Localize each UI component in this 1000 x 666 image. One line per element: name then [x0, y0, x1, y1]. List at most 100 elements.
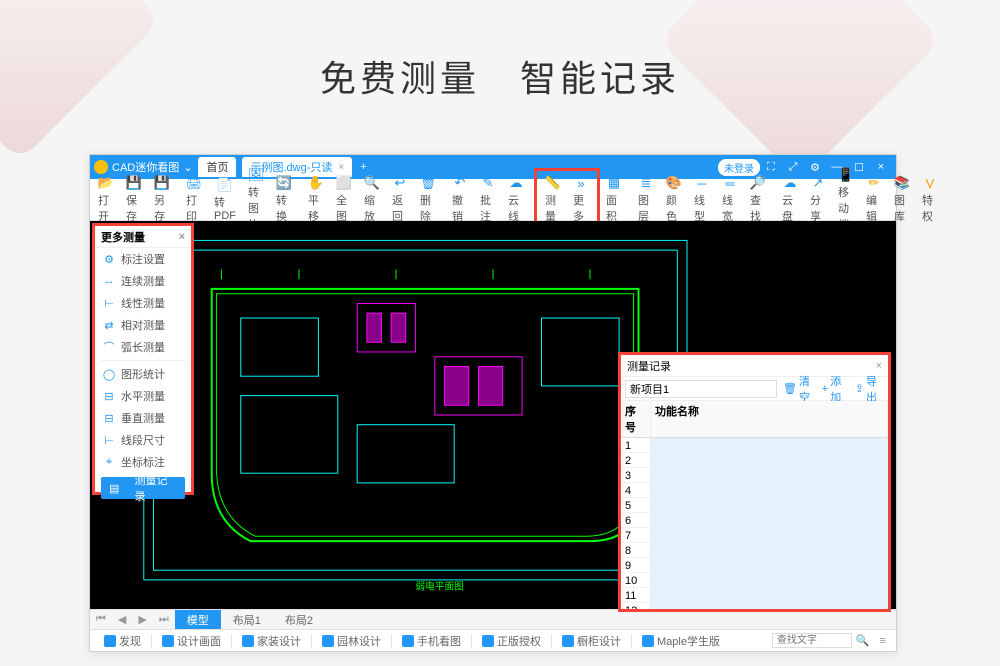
measure-item-5[interactable]: ◯图形统计 [95, 363, 191, 385]
back-button[interactable]: ↩返回 [386, 173, 414, 226]
print-button[interactable]: 🖨打印 [180, 173, 208, 226]
tab-prev-icon[interactable]: ◀ [112, 613, 132, 626]
close-icon[interactable]: × [870, 161, 892, 173]
status-license[interactable]: 正版授权 [472, 633, 551, 649]
tab-first-icon[interactable]: ⏮ [90, 613, 112, 626]
project-name-input[interactable] [625, 380, 777, 398]
delete-button[interactable]: 🗑删除 [414, 173, 442, 226]
row-index: 9 [621, 558, 651, 572]
full-button[interactable]: ⬜全图 [330, 173, 358, 226]
measure-item-6[interactable]: ⊟水平测量 [95, 385, 191, 407]
measure-button[interactable]: 📏测量 [539, 173, 567, 226]
row-index: 8 [621, 543, 651, 557]
save-button[interactable]: 💾保存 [120, 173, 148, 226]
undo-button[interactable]: ↶撤销 [446, 173, 474, 226]
fullscreen-icon[interactable]: ⛶ [760, 161, 782, 174]
zoom-icon: 🔍 [364, 175, 380, 191]
mobile-view-icon [402, 635, 414, 647]
measure-item-4[interactable]: ⌒弧长测量 [95, 336, 191, 358]
table-row[interactable]: 8 [621, 543, 888, 558]
table-row[interactable]: 10 [621, 573, 888, 588]
table-row[interactable]: 5 [621, 498, 888, 513]
color-button[interactable]: 🎨颜色 [660, 173, 688, 226]
table-row[interactable]: 11 [621, 588, 888, 603]
zoom-button[interactable]: 🔍缩放 [358, 173, 386, 226]
topdf-button[interactable]: 📄转PDF [208, 175, 242, 224]
print-icon: 🖨 [186, 175, 202, 191]
status-garden[interactable]: 园林设计 [312, 633, 391, 649]
tab-layout1[interactable]: 布局1 [221, 610, 273, 630]
measure-item-7[interactable]: ⊟垂直测量 [95, 407, 191, 429]
convert-button[interactable]: 🔄转换 [270, 173, 298, 226]
measure-item-8[interactable]: ⊢线段尺寸 [95, 429, 191, 451]
expand-icon[interactable]: ⤢ [782, 161, 804, 174]
open-button[interactable]: 📂打开 [92, 173, 120, 226]
segment-icon: ⊢ [103, 434, 115, 446]
status-cabinet[interactable]: 橱柜设计 [552, 633, 631, 649]
panel-close-icon[interactable]: × [179, 231, 185, 243]
share-button[interactable]: ↗分享 [804, 173, 832, 226]
measure-item-3[interactable]: ⇄相对测量 [95, 314, 191, 336]
row-index: 7 [621, 528, 651, 542]
vip-icon: V [922, 175, 938, 191]
statusbar: 发现 设计画面 家装设计 园林设计 手机看图 正版授权 橱柜设计 Maple学生… [90, 629, 896, 651]
status-maple[interactable]: Maple学生版 [632, 633, 730, 649]
lineweight-button[interactable]: ═线宽 [716, 173, 744, 226]
tab-last-icon[interactable]: ⏭ [153, 613, 175, 626]
search-input[interactable] [772, 633, 852, 648]
table-row[interactable]: 9 [621, 558, 888, 573]
area-button[interactable]: ▦面积 [600, 173, 628, 226]
cloudline-button[interactable]: ☁云线 [502, 173, 530, 226]
row-index: 1 [621, 438, 651, 452]
row-name [651, 573, 888, 587]
pan-button[interactable]: ✋平移 [302, 173, 330, 226]
table-row[interactable]: 4 [621, 483, 888, 498]
measure-item-2[interactable]: ⊢线性测量 [95, 292, 191, 314]
app-logo-icon [94, 160, 108, 174]
tab-model[interactable]: 模型 [175, 610, 221, 630]
title-dropdown-icon[interactable]: ⌄ [183, 161, 192, 174]
tab-close-icon[interactable]: × [338, 162, 344, 173]
status-home-design[interactable]: 家装设计 [232, 633, 311, 649]
search-go-icon[interactable]: 🔍 [852, 634, 874, 647]
tab-add-button[interactable]: + [360, 161, 366, 173]
annotate-icon: ✎ [480, 175, 496, 191]
row-name [651, 588, 888, 602]
share-icon: ↗ [810, 175, 826, 191]
status-mobile-view[interactable]: 手机看图 [392, 633, 471, 649]
status-menu-icon[interactable]: ≡ [874, 635, 892, 647]
layer-button[interactable]: ≣图层 [632, 173, 660, 226]
edit-button[interactable]: ✏编辑 [860, 173, 888, 226]
library-icon: 📚 [894, 175, 910, 191]
more-button[interactable]: »更多 [567, 173, 595, 226]
table-row[interactable]: 6 [621, 513, 888, 528]
table-row[interactable]: 1 [621, 438, 888, 453]
table-row[interactable]: 12 [621, 603, 888, 609]
undo-icon: ↶ [452, 175, 468, 191]
privilege-button[interactable]: V特权 [916, 173, 944, 226]
table-row[interactable]: 2 [621, 453, 888, 468]
save-icon: 💾 [126, 175, 142, 191]
row-name [651, 453, 888, 467]
bottom-tabs: ⏮ ◀ ▶ ⏭ 模型 布局1 布局2 [90, 609, 896, 629]
saveas-button[interactable]: 💾另存 [148, 173, 176, 226]
cloud-button[interactable]: ☁云盘 [776, 173, 804, 226]
linetype-button[interactable]: ─线型 [688, 173, 716, 226]
status-design[interactable]: 设计画面 [152, 633, 231, 649]
status-discover[interactable]: 发现 [94, 633, 151, 649]
plus-icon: + [822, 383, 828, 395]
svg-text:弱电平面图: 弱电平面图 [415, 580, 463, 593]
color-icon: 🎨 [666, 175, 682, 191]
library-button[interactable]: 📚图库 [888, 173, 916, 226]
table-row[interactable]: 3 [621, 468, 888, 483]
table-row[interactable]: 7 [621, 528, 888, 543]
settings-icon[interactable]: ⚙ [804, 161, 826, 174]
measure-item-0[interactable]: ⚙标注设置 [95, 248, 191, 270]
measure-record-button[interactable]: ▤ 测量记录 [101, 477, 185, 499]
measure-item-9[interactable]: ⌖坐标标注 [95, 451, 191, 473]
measure-item-1[interactable]: ↔连续测量 [95, 270, 191, 292]
tab-layout2[interactable]: 布局2 [273, 610, 325, 630]
annotate-button[interactable]: ✎批注 [474, 173, 502, 226]
tab-next-icon[interactable]: ▶ [132, 613, 152, 626]
find-button[interactable]: 🔎查找 [744, 173, 772, 226]
